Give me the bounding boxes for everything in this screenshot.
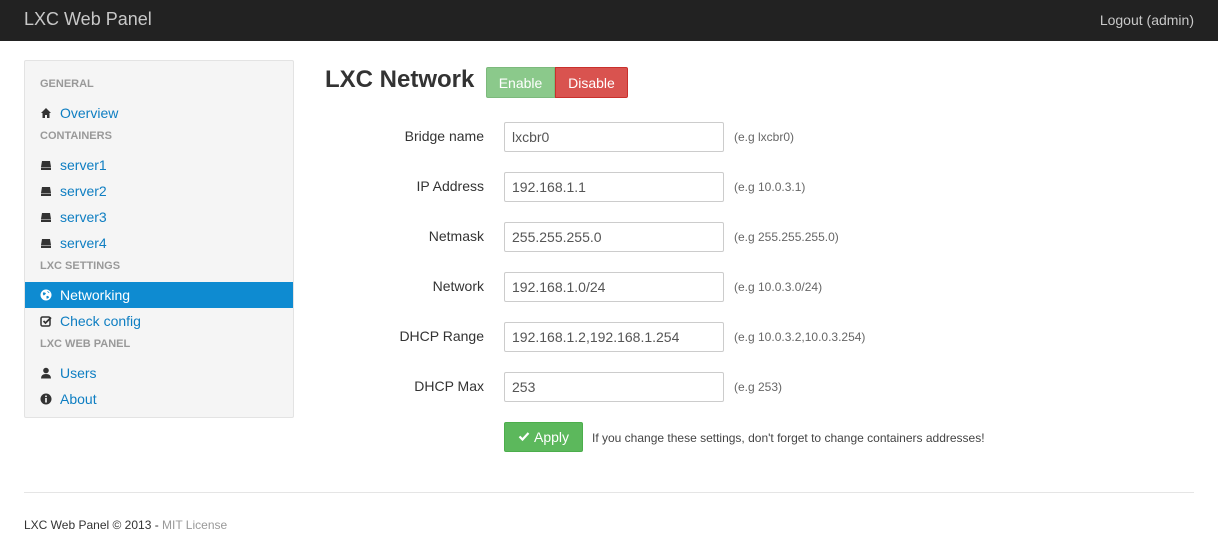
server-icon <box>40 185 52 197</box>
footer: LXC Web Panel © 2013 - MIT License <box>24 518 227 532</box>
form-row-ip-address: IP Address (e.g 10.0.3.1) <box>330 172 1030 202</box>
network-input[interactable] <box>504 272 724 302</box>
dhcp-max-label: DHCP Max <box>414 378 484 394</box>
dhcp-range-input[interactable] <box>504 322 724 352</box>
sidebar-item-label: Networking <box>60 287 131 303</box>
info-icon <box>40 393 52 405</box>
sidebar-header-general: GENERAL <box>40 78 94 90</box>
sidebar-item-label: server1 <box>60 157 107 173</box>
bridge-name-help: (e.g lxcbr0) <box>734 130 795 144</box>
sidebar-item-users[interactable]: Users <box>25 360 293 386</box>
dhcp-max-input[interactable] <box>504 372 724 402</box>
sidebar-header-lxc-settings: LXC SETTINGS <box>40 260 121 272</box>
form-row-dhcp-range: DHCP Range (e.g 10.0.3.2,10.0.3.254) <box>330 322 1030 352</box>
network-help: (e.g 10.0.3.0/24) <box>734 280 823 294</box>
home-icon <box>40 107 52 119</box>
bridge-name-label: Bridge name <box>404 128 484 144</box>
apply-button[interactable]: Apply <box>504 422 583 452</box>
sidebar: GENERAL Overview CONTAINERS server1 serv… <box>24 60 294 418</box>
mit-license-link[interactable]: MIT License <box>162 518 227 532</box>
footer-divider <box>24 492 1194 493</box>
top-navbar: LXC Web Panel Logout (admin) <box>0 0 1218 41</box>
logout-link[interactable]: Logout (admin) <box>1100 12 1194 28</box>
netmask-label: Netmask <box>428 228 484 244</box>
sidebar-item-label: About <box>60 391 97 407</box>
enable-button[interactable]: Enable <box>486 67 555 98</box>
user-icon <box>40 367 52 379</box>
form-row-bridge-name: Bridge name (e.g lxcbr0) <box>330 122 1030 152</box>
sidebar-item-server3[interactable]: server3 <box>25 204 293 230</box>
sidebar-item-overview[interactable]: Overview <box>25 100 293 126</box>
dhcp-range-help: (e.g 10.0.3.2,10.0.3.254) <box>734 330 866 344</box>
sidebar-item-check-config[interactable]: Check config <box>25 308 293 334</box>
page-title: LXC Network <box>325 66 475 93</box>
server-icon <box>40 237 52 249</box>
sidebar-item-label: server3 <box>60 209 107 225</box>
dhcp-range-label: DHCP Range <box>399 328 484 344</box>
ip-address-help: (e.g 10.0.3.1) <box>734 180 806 194</box>
dhcp-max-help: (e.g 253) <box>734 380 783 394</box>
sidebar-item-label: Users <box>60 365 97 381</box>
sidebar-item-label: server2 <box>60 183 107 199</box>
sidebar-item-networking[interactable]: Networking <box>25 282 293 308</box>
server-icon <box>40 211 52 223</box>
sidebar-item-server1[interactable]: server1 <box>25 152 293 178</box>
sidebar-item-label: Overview <box>60 105 119 121</box>
sidebar-header-lxc-web-panel: LXC WEB PANEL <box>40 338 131 350</box>
brand-link[interactable]: LXC Web Panel <box>24 9 152 30</box>
sidebar-header-containers: CONTAINERS <box>40 130 112 142</box>
apply-note: If you change these settings, don't forg… <box>592 431 985 445</box>
server-icon <box>40 159 52 171</box>
form-row-network: Network (e.g 10.0.3.0/24) <box>330 272 1030 302</box>
form-row-netmask: Netmask (e.g 255.255.255.0) <box>330 222 1030 252</box>
form-row-dhcp-max: DHCP Max (e.g 253) <box>330 372 1030 402</box>
ip-address-label: IP Address <box>416 178 484 194</box>
globe-icon <box>40 289 52 301</box>
network-label: Network <box>432 278 484 294</box>
sidebar-item-server4[interactable]: server4 <box>25 230 293 256</box>
ip-address-input[interactable] <box>504 172 724 202</box>
sidebar-item-about[interactable]: About <box>25 386 293 412</box>
sidebar-item-label: Check config <box>60 313 141 329</box>
check-icon <box>518 429 530 445</box>
netmask-input[interactable] <box>504 222 724 252</box>
sidebar-item-server2[interactable]: server2 <box>25 178 293 204</box>
check-square-icon <box>40 315 52 327</box>
disable-button[interactable]: Disable <box>555 67 628 98</box>
sidebar-item-label: server4 <box>60 235 107 251</box>
netmask-help: (e.g 255.255.255.0) <box>734 230 839 244</box>
footer-text: LXC Web Panel © 2013 - <box>24 518 163 532</box>
apply-button-label: Apply <box>533 429 570 445</box>
bridge-name-input[interactable] <box>504 122 724 152</box>
